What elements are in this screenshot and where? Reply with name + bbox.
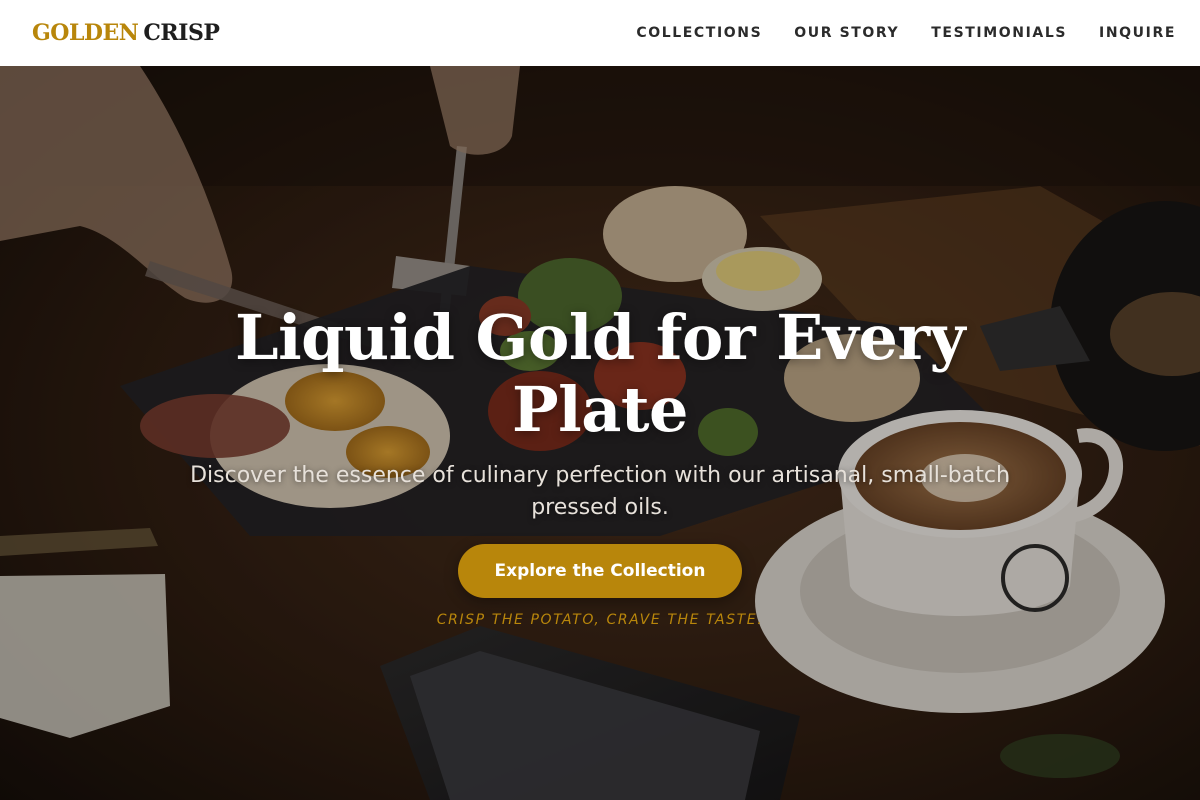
nav-link-our-story[interactable]: OUR STORY <box>794 25 899 41</box>
hero-content: Liquid Gold for Every Plate Discover the… <box>0 301 1200 629</box>
hero-section: Liquid Gold for Every Plate Discover the… <box>0 66 1200 800</box>
hero-subtitle: Discover the essence of culinary perfect… <box>190 463 1010 520</box>
site-header: GOLDEN CRISP COLLECTIONS OUR STORY TESTIM… <box>0 0 1200 66</box>
explore-collection-button[interactable]: Explore the Collection <box>458 544 742 598</box>
nav-link-testimonials[interactable]: TESTIMONIALS <box>931 25 1067 41</box>
hero-title: Liquid Gold for Every Plate <box>234 301 966 446</box>
logo-word-golden: GOLDEN <box>32 20 139 46</box>
main-nav: COLLECTIONS OUR STORY TESTIMONIALS INQUI… <box>636 25 1176 41</box>
nav-link-inquire[interactable]: INQUIRE <box>1099 25 1176 41</box>
nav-link-collections[interactable]: COLLECTIONS <box>636 25 762 41</box>
logo-word-crisp: CRISP <box>143 20 220 46</box>
brand-logo[interactable]: GOLDEN CRISP <box>32 20 220 46</box>
hero-tagline: CRISP THE POTATO, CRAVE THE TASTE. <box>436 612 764 628</box>
